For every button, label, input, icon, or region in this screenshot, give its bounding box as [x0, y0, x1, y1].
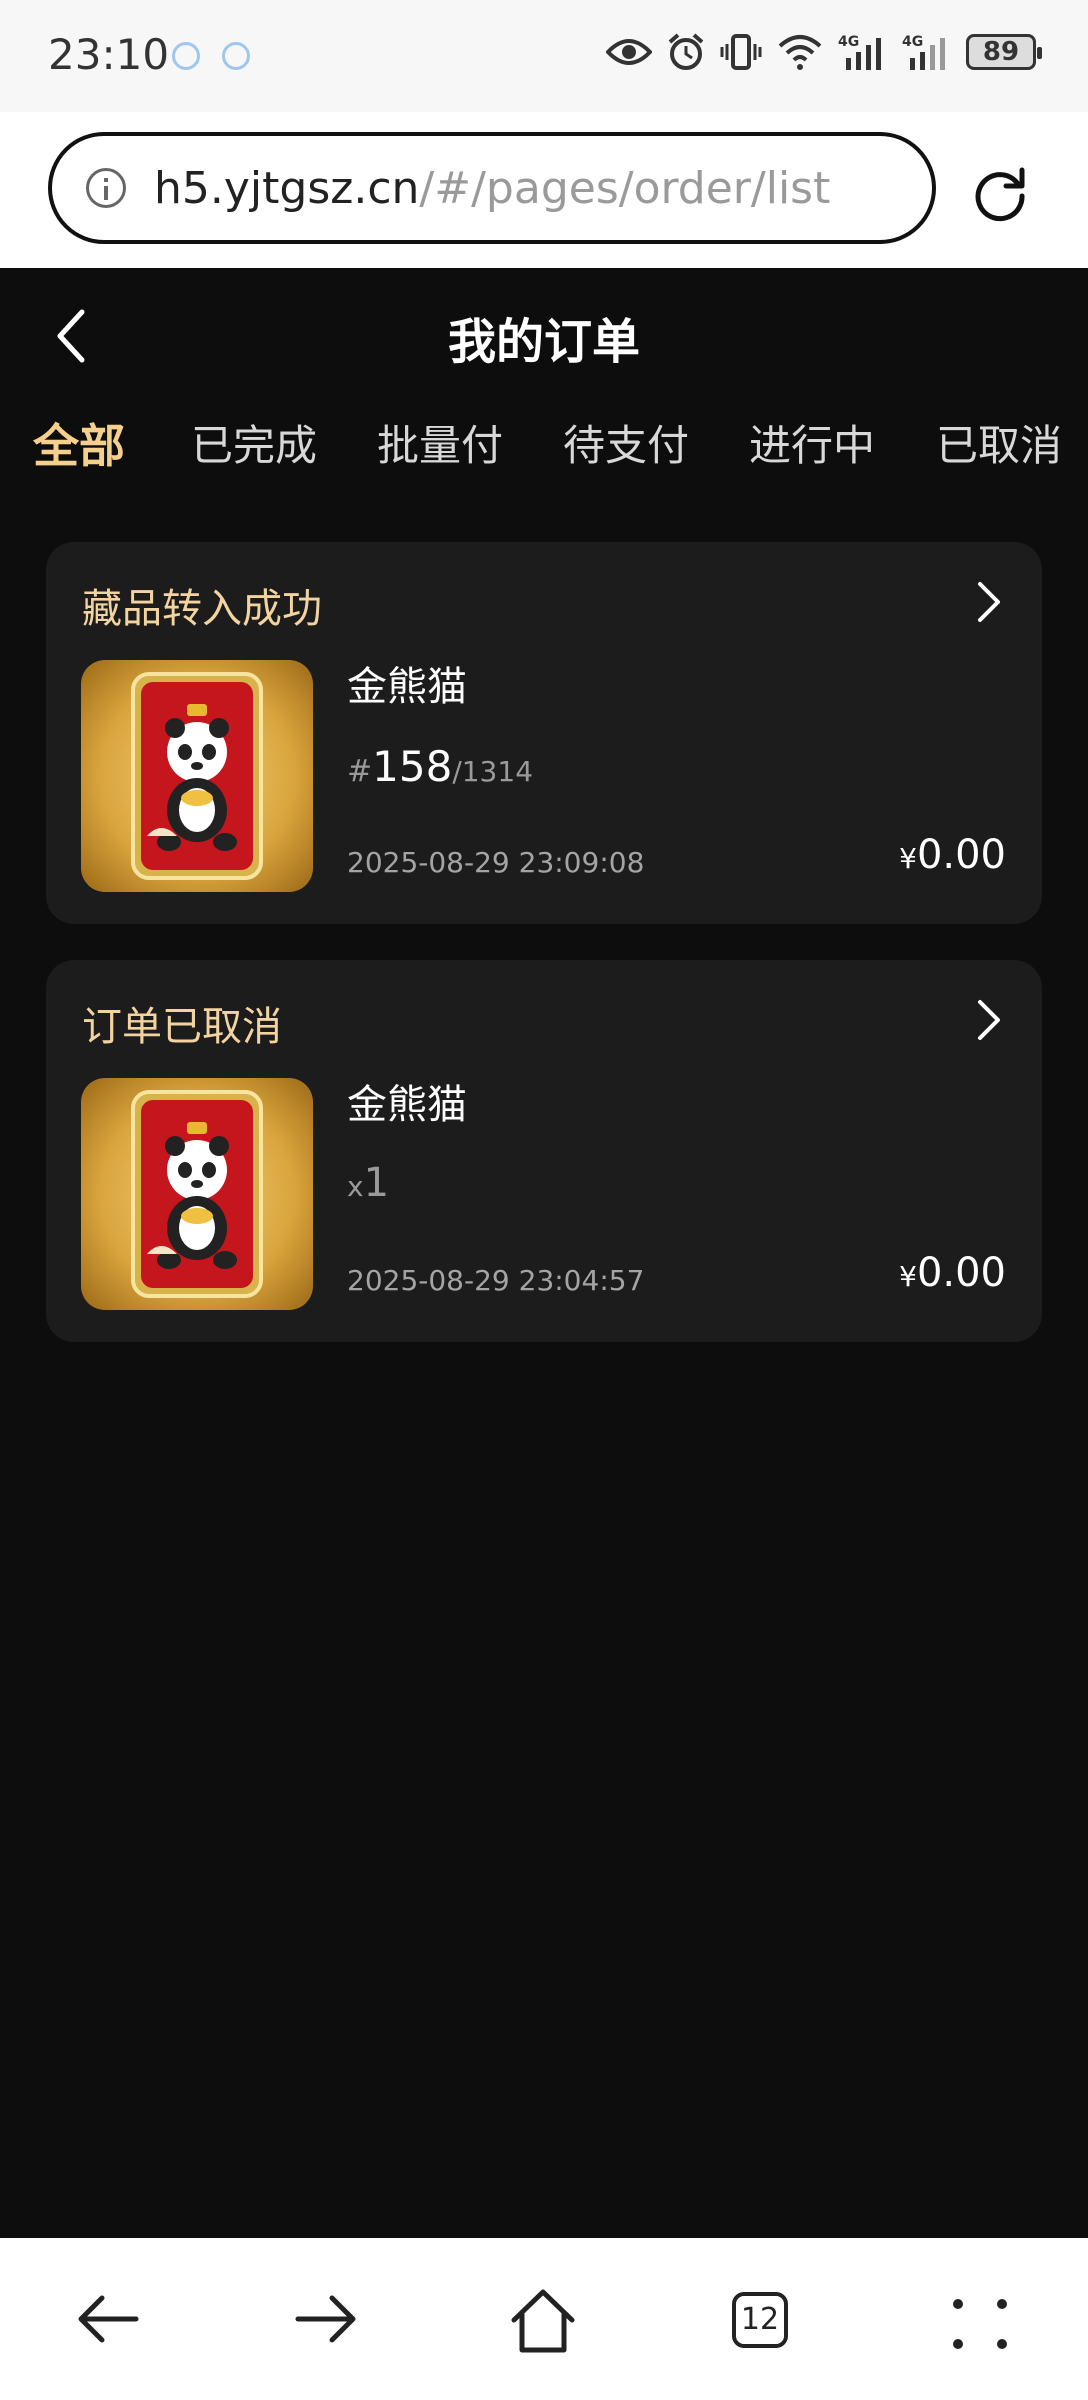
- order-card[interactable]: 订单已取消 金熊猫 x1 2025-08-29 23:04:57 ¥0.00: [46, 960, 1042, 1342]
- serial-number: #158/1314: [347, 742, 533, 791]
- order-date: 2025-08-29 23:09:08: [347, 846, 645, 879]
- quantity-prefix: x: [347, 1170, 364, 1203]
- chevron-right-icon[interactable]: [974, 998, 1004, 1042]
- home-icon[interactable]: [510, 2288, 576, 2354]
- info-icon[interactable]: [86, 168, 126, 208]
- order-list-page: 我的订单 全部 已完成 批量付 待支付 进行中 已取消 藏品转入成功 金熊猫 #…: [0, 268, 1088, 2238]
- price-amount: 0.00: [916, 832, 1006, 878]
- chevron-right-icon[interactable]: [974, 580, 1004, 624]
- tab-in-progress[interactable]: 进行中: [749, 412, 875, 473]
- item-quantity: x1: [347, 1160, 389, 1206]
- back-arrow-icon[interactable]: [76, 2288, 140, 2350]
- serial-value: 158: [372, 742, 453, 791]
- svg-text:4G: 4G: [838, 34, 859, 50]
- currency-symbol: ¥: [899, 842, 917, 875]
- forward-arrow-icon[interactable]: [294, 2288, 358, 2350]
- address-bar[interactable]: h5.yjtgsz.cn/#/pages/order/list: [48, 132, 936, 244]
- serial-hash: #: [347, 754, 373, 789]
- order-status-tabs: 全部 已完成 批量付 待支付 进行中 已取消: [0, 412, 1088, 502]
- status-icons: 4G 4G 89: [606, 32, 1042, 72]
- signal-4g-icon: 4G: [902, 34, 945, 70]
- tab-pending-payment[interactable]: 待支付: [563, 412, 689, 473]
- page-title: 我的订单: [447, 314, 640, 370]
- order-status: 订单已取消: [82, 1004, 282, 1050]
- status-time: 23:10: [48, 30, 170, 79]
- status-bar: 23:10 4G 4G 89: [0, 0, 1088, 112]
- signal-4g-icon: 4G: [838, 34, 881, 70]
- browser-bottom-bar: 12: [0, 2238, 1088, 2400]
- tab-cancelled[interactable]: 已取消: [936, 412, 1062, 473]
- tab-completed[interactable]: 已完成: [191, 412, 317, 473]
- reload-icon[interactable]: [970, 162, 1030, 222]
- currency-symbol: ¥: [899, 1260, 917, 1293]
- order-price: ¥0.00: [899, 832, 1006, 878]
- tab-count-button[interactable]: 12: [732, 2292, 788, 2348]
- price-amount: 0.00: [916, 1250, 1006, 1296]
- item-name: 金熊猫: [347, 664, 467, 710]
- order-date: 2025-08-29 23:04:57: [347, 1264, 645, 1297]
- tab-batch-pay[interactable]: 批量付: [377, 412, 503, 473]
- vibrate-icon: [720, 34, 762, 70]
- svg-text:4G: 4G: [902, 34, 923, 50]
- collectible-thumbnail[interactable]: [81, 660, 313, 892]
- alarm-icon: [668, 33, 704, 70]
- order-price: ¥0.00: [899, 1250, 1006, 1296]
- item-name: 金熊猫: [347, 1082, 467, 1128]
- notification-dot-icon: [172, 42, 200, 70]
- url-host: h5.yjtgsz.cn: [154, 162, 420, 214]
- collectible-thumbnail[interactable]: [81, 1078, 313, 1310]
- notification-dot-icon: [222, 42, 250, 70]
- wifi-icon: [778, 35, 822, 70]
- more-menu-icon[interactable]: [950, 2296, 1010, 2352]
- serial-total: /1314: [452, 755, 534, 788]
- battery-icon: 89: [966, 34, 1042, 70]
- url-text[interactable]: h5.yjtgsz.cn/#/pages/order/list: [154, 163, 830, 214]
- url-path: /#/pages/order/list: [419, 162, 831, 214]
- tab-all[interactable]: 全部: [33, 410, 125, 476]
- order-status: 藏品转入成功: [82, 586, 322, 632]
- quantity-value: 1: [363, 1160, 390, 1206]
- eye-icon: [606, 39, 652, 65]
- browser-bar: h5.yjtgsz.cn/#/pages/order/list: [0, 112, 1088, 268]
- order-card[interactable]: 藏品转入成功 金熊猫 #158/1314 2025-08-29 23:09:08…: [46, 542, 1042, 924]
- nav-header: 我的订单: [0, 268, 1088, 398]
